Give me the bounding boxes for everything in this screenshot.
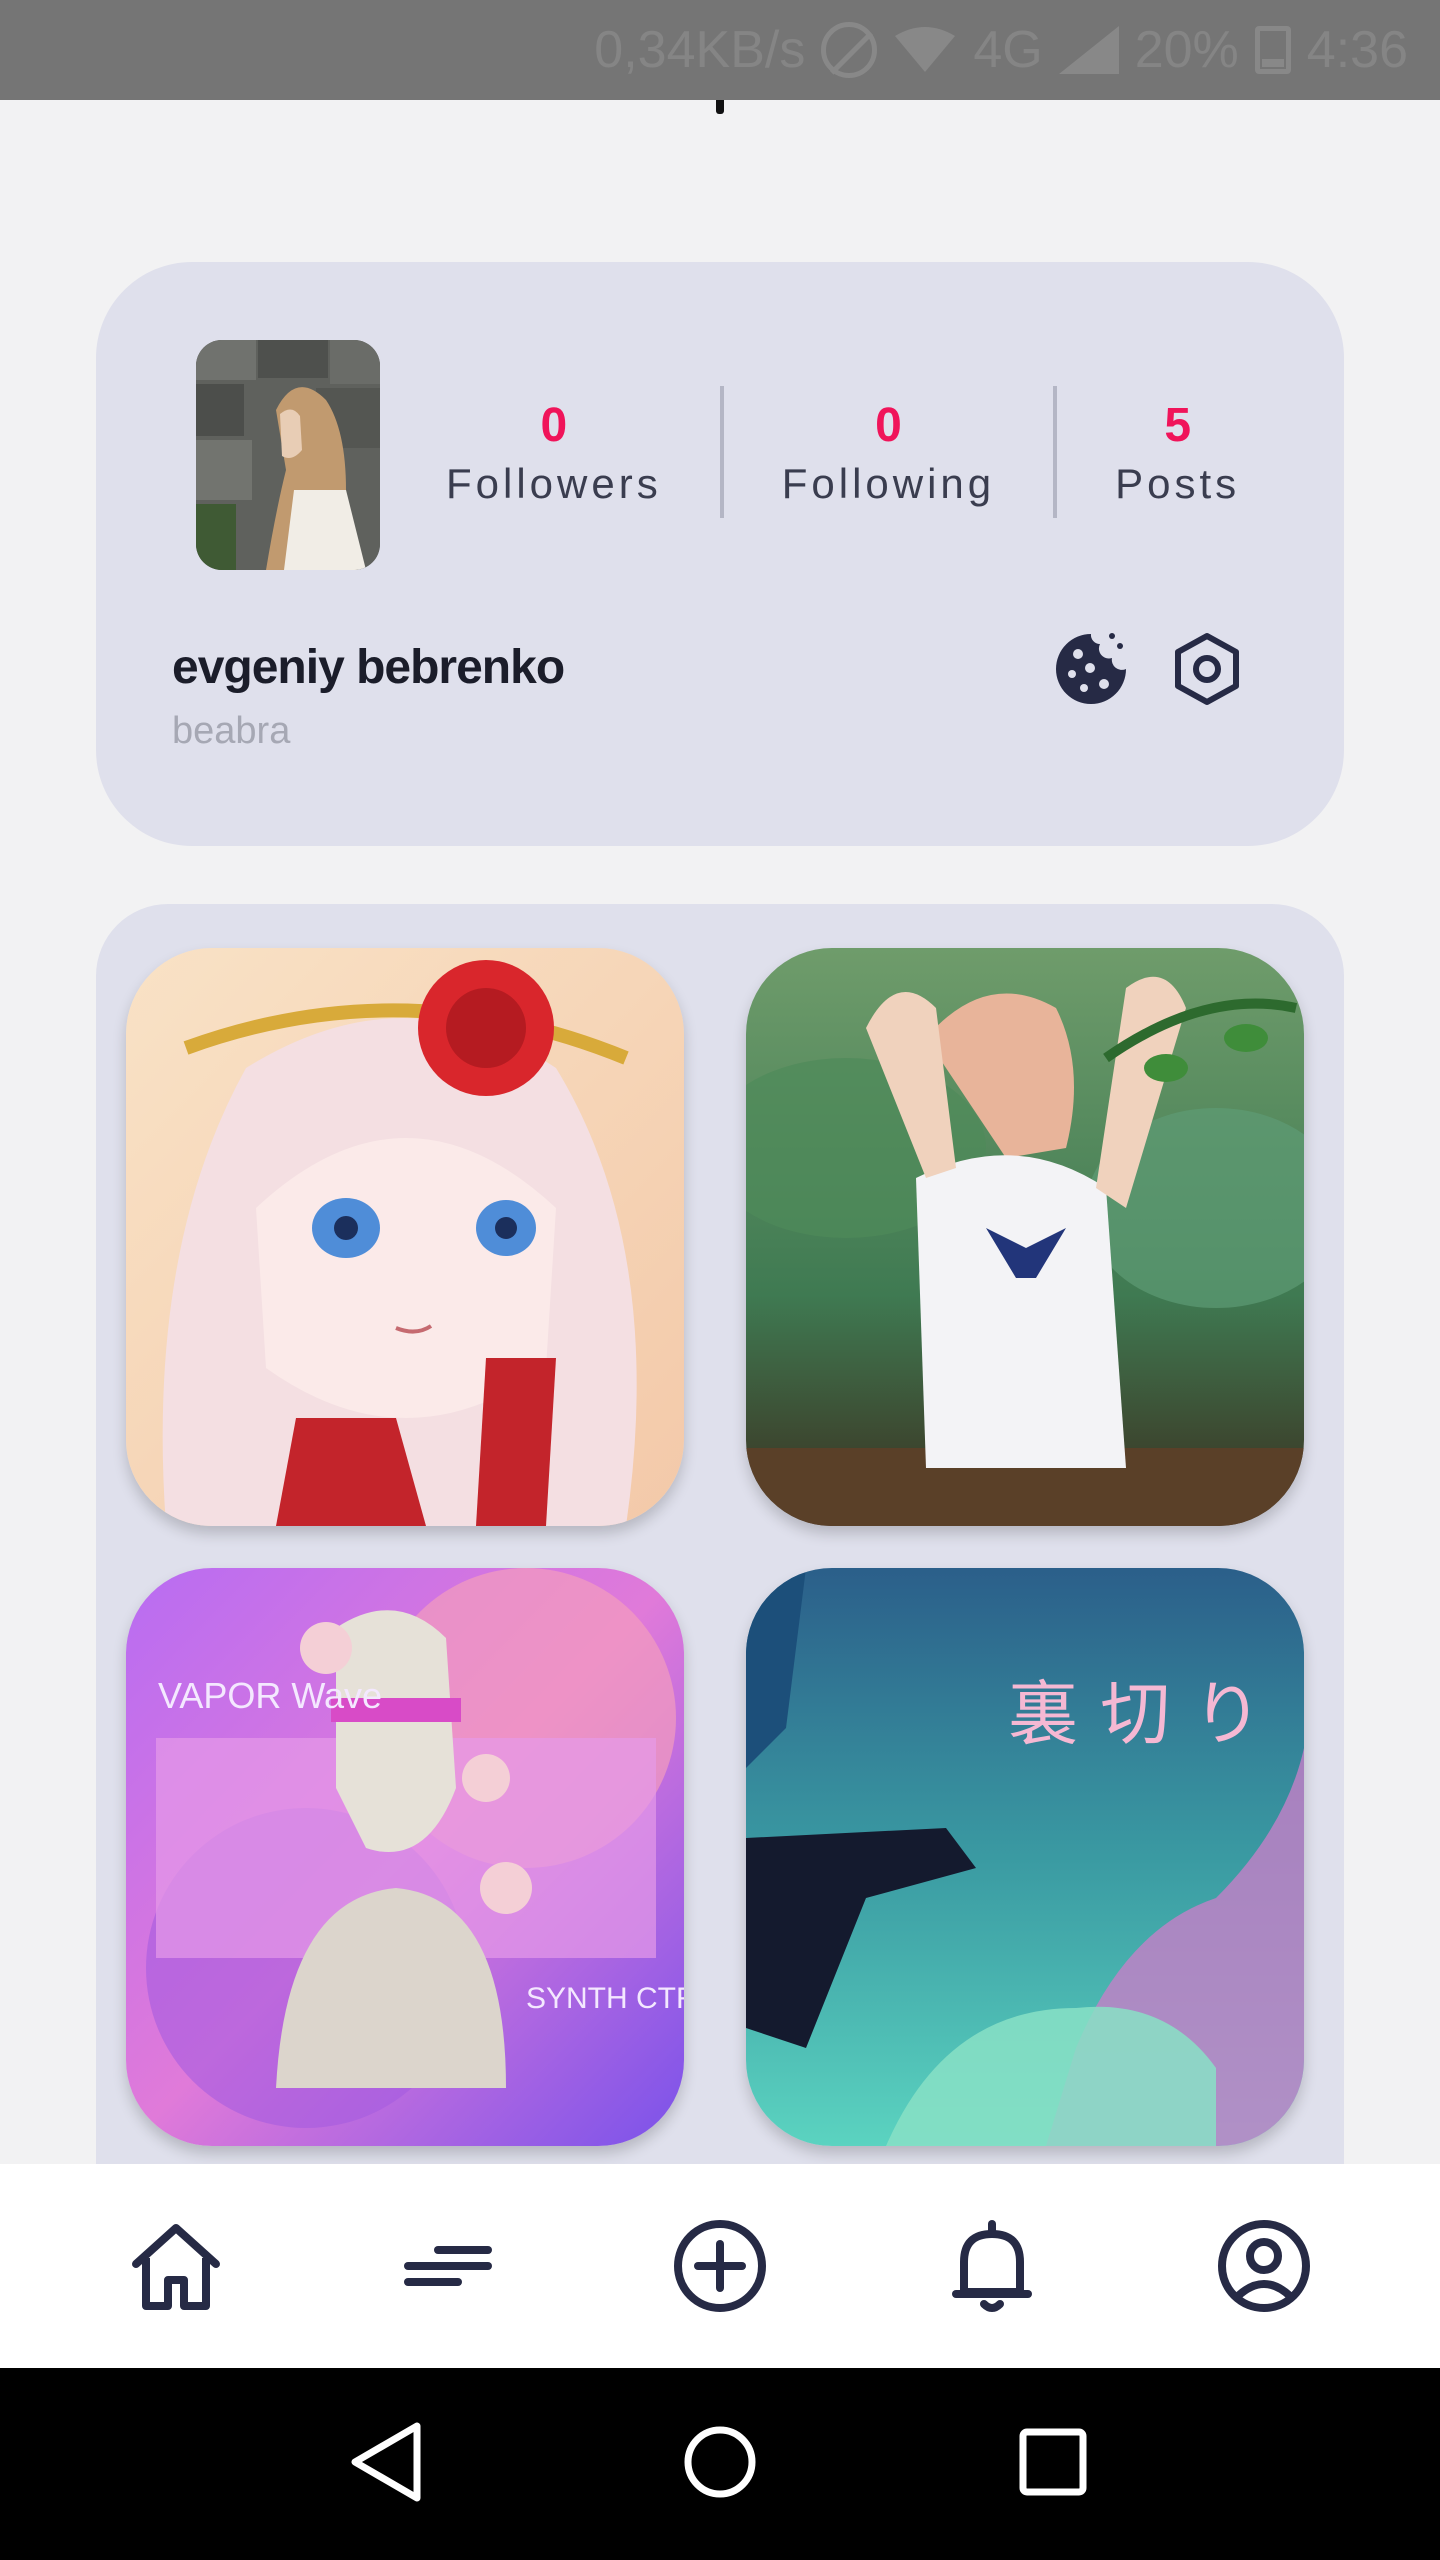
network-type: 4G bbox=[973, 21, 1043, 79]
synth-text: SYNTH CTRL bbox=[526, 1982, 684, 2015]
settings-icon[interactable] bbox=[1170, 632, 1244, 706]
back-icon[interactable] bbox=[347, 2420, 427, 2509]
posts-count: 5 bbox=[1164, 399, 1192, 452]
followers-stat[interactable]: 0 Followers bbox=[446, 396, 662, 508]
feed-icon[interactable] bbox=[393, 2211, 503, 2321]
following-label: Following bbox=[781, 460, 996, 507]
post-tile[interactable]: 裏 切 り bbox=[746, 1568, 1304, 2146]
profile-stats: 0 Followers 0 Following 5 Posts bbox=[446, 386, 1240, 518]
pull-indicator bbox=[716, 100, 724, 114]
followers-label: Followers bbox=[446, 460, 662, 507]
wifi-icon bbox=[893, 26, 957, 74]
following-count: 0 bbox=[875, 399, 902, 452]
battery-percent: 20% bbox=[1134, 21, 1239, 79]
recents-icon[interactable] bbox=[1013, 2422, 1093, 2507]
home-icon[interactable] bbox=[121, 2211, 231, 2321]
profile-icon[interactable] bbox=[1209, 2211, 1319, 2321]
profile-handle: beabra bbox=[172, 710, 291, 752]
cell-signal-icon bbox=[1059, 26, 1119, 74]
posts-label: Posts bbox=[1115, 460, 1241, 507]
following-stat[interactable]: 0 Following bbox=[782, 396, 995, 508]
avatar[interactable] bbox=[196, 340, 380, 570]
stat-divider bbox=[1053, 386, 1058, 518]
add-post-icon[interactable] bbox=[665, 2211, 775, 2321]
notifications-icon[interactable] bbox=[937, 2211, 1047, 2321]
no-signal-icon bbox=[821, 22, 878, 78]
system-nav-bar bbox=[0, 2368, 1440, 2560]
bottom-nav bbox=[0, 2164, 1440, 2368]
clock: 4:36 bbox=[1306, 21, 1408, 79]
status-bar: 0,34KB/s 4G 20% 4:36 bbox=[0, 0, 1440, 100]
post-tile[interactable] bbox=[746, 948, 1304, 1526]
glitch-text: 裏 切 り bbox=[1008, 1673, 1263, 1755]
stat-divider bbox=[719, 386, 724, 518]
post-tile[interactable]: VAPOR Wave SYNTH CTRL bbox=[126, 1568, 684, 2146]
followers-count: 0 bbox=[540, 399, 568, 452]
cookie-icon[interactable] bbox=[1054, 632, 1128, 706]
profile-card: 0 Followers 0 Following 5 Posts evgeniy … bbox=[96, 262, 1344, 846]
battery-icon bbox=[1254, 26, 1291, 74]
posts-grid: VAPOR Wave SYNTH CTRL 裏 切 り bbox=[96, 904, 1344, 2164]
post-tile[interactable] bbox=[126, 948, 684, 1526]
network-speed: 0,34KB/s bbox=[594, 21, 806, 79]
profile-name: evgeniy bebrenko bbox=[172, 641, 565, 694]
posts-stat[interactable]: 5 Posts bbox=[1115, 396, 1240, 508]
home-circle-icon[interactable] bbox=[680, 2422, 760, 2507]
vaporwave-text: VAPOR Wave bbox=[158, 1675, 382, 1716]
